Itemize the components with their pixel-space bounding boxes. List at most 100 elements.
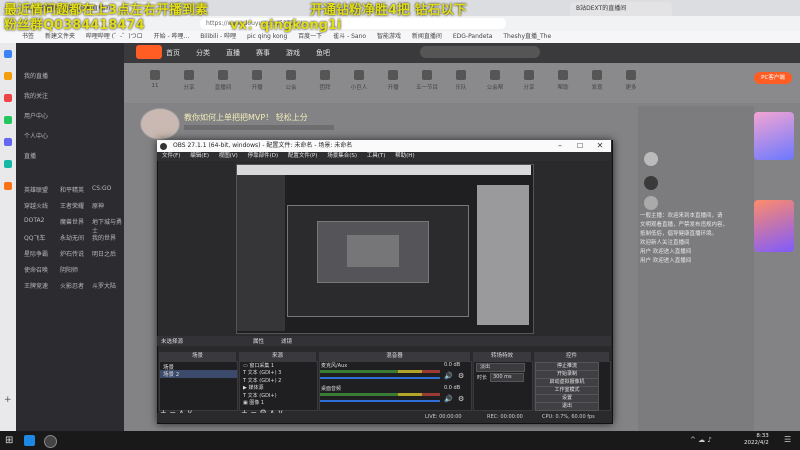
nav-grid-item[interactable]: DOTA2 (24, 217, 44, 224)
source-item[interactable]: ▣ 图像 1 (243, 400, 281, 407)
browser-taskbar-icon[interactable] (24, 435, 35, 446)
browser-tab[interactable]: B站DEXT的直播间 (570, 2, 672, 16)
nav-grid-item[interactable]: 英雄联盟 (24, 185, 48, 194)
nav-grid-item[interactable]: 永劫无间 (60, 233, 84, 242)
streamer-avatar[interactable] (140, 108, 180, 140)
nav-grid-item[interactable]: 原神 (92, 201, 104, 210)
douyu-logo[interactable] (136, 45, 162, 59)
promo-banner[interactable] (754, 200, 794, 252)
category-item[interactable]: 五一节目 (410, 70, 444, 91)
taskbar-clock[interactable]: 8:33 2022/4/2 (744, 433, 769, 447)
menu-item-profile[interactable]: 配置文件(P) (288, 153, 318, 159)
header-nav-link[interactable]: 直播 (226, 48, 240, 58)
menu-item-edit[interactable]: 编辑(E) (190, 153, 209, 159)
viewer-avatar[interactable] (644, 196, 658, 210)
header-nav-link[interactable]: 赛事 (256, 48, 270, 58)
speaker-icon[interactable]: 🔊 (444, 372, 453, 380)
app-icon[interactable] (4, 72, 12, 80)
app-icon[interactable] (4, 116, 12, 124)
bookmark[interactable]: Theshy直播_The (503, 33, 551, 40)
source-item[interactable]: ▶ 媒体源 (243, 385, 281, 392)
category-item[interactable]: 公会 (274, 70, 308, 91)
category-item[interactable]: 发现 (580, 70, 614, 91)
nav-grid-item[interactable]: 阴阳师 (60, 265, 78, 274)
nav-grid-item[interactable]: 火影忍者 (60, 281, 84, 290)
category-item[interactable]: 直播间 (206, 70, 240, 91)
obs-taskbar-icon[interactable] (44, 435, 57, 448)
nav-grid-item[interactable]: 斗罗大陆 (92, 281, 116, 290)
menu-item-help[interactable]: 帮助(H) (395, 153, 414, 159)
nav-item[interactable]: 直播 (24, 151, 36, 160)
volume-slider[interactable] (320, 377, 440, 379)
viewer-avatar[interactable] (644, 176, 658, 190)
bookmark[interactable]: Bilibili - 哔哩 (200, 33, 236, 40)
app-icon[interactable] (4, 182, 12, 190)
nav-grid-item[interactable]: CS:GO (92, 185, 111, 192)
nav-item[interactable]: 我的关注 (24, 91, 48, 100)
menu-item-view[interactable]: 视图(V) (219, 153, 238, 159)
viewer-avatar[interactable] (644, 152, 658, 166)
nav-grid-item[interactable]: 和平精英 (60, 185, 84, 194)
obs-preview[interactable] (236, 164, 534, 334)
bookmark[interactable]: 开始 - 哔哩... (154, 33, 190, 40)
category-item[interactable]: 团拜 (308, 70, 342, 91)
nav-grid-item[interactable]: 明日之后 (92, 249, 116, 258)
app-icon[interactable] (4, 160, 12, 168)
transition-select[interactable]: 淡出 (476, 363, 525, 372)
source-item[interactable]: T 文本 (GDI+) (243, 393, 281, 400)
nav-grid-item[interactable]: 穿越火线 (24, 201, 48, 210)
nav-grid-item[interactable]: 魔兽世界 (60, 217, 84, 226)
category-item[interactable]: 小巨人 (342, 70, 376, 91)
minimize-icon[interactable]: – (552, 140, 568, 152)
app-icon[interactable] (4, 50, 12, 58)
nav-grid-item[interactable]: 使命召唤 (24, 265, 48, 274)
nav-grid-item[interactable]: 我的世界 (92, 233, 116, 242)
close-icon[interactable]: ✕ (592, 140, 608, 152)
bookmark[interactable]: 雀斗 - Sano (333, 33, 366, 40)
menu-item-file[interactable]: 文件(F) (162, 153, 180, 159)
header-nav-link[interactable]: 游戏 (286, 48, 300, 58)
bookmark[interactable]: 新闻直播间 (412, 33, 442, 40)
speaker-icon[interactable]: 🔊 (444, 395, 453, 403)
duration-input[interactable]: 300 ms (490, 373, 524, 382)
category-item[interactable]: 乐队 (444, 70, 478, 91)
source-item[interactable]: T 文本 (GDI+) 3 (243, 370, 281, 377)
category-item[interactable]: 帮助 (546, 70, 580, 91)
bookmark[interactable]: pic qing kong (247, 33, 287, 40)
category-item[interactable]: 公会帮 (478, 70, 512, 91)
app-icon[interactable] (4, 94, 12, 102)
menu-item-docks[interactable]: 停靠部件(D) (248, 153, 279, 159)
bookmark[interactable]: 智能游戏 (377, 33, 401, 40)
windows-start-icon[interactable]: ⊞ (5, 435, 13, 446)
category-item[interactable]: 11 (138, 70, 172, 89)
category-item[interactable]: 分享 (172, 70, 206, 91)
nav-grid-item[interactable]: 王者荣耀 (60, 201, 84, 210)
header-nav-link[interactable]: 鱼吧 (316, 48, 330, 58)
maximize-icon[interactable]: ☐ (572, 140, 588, 152)
add-icon[interactable]: + (4, 395, 12, 405)
bookmark[interactable]: 新建文件夹 (45, 33, 75, 40)
site-search-input[interactable] (420, 46, 540, 58)
bookmark[interactable]: 百度一下 (298, 33, 322, 40)
properties-button[interactable]: 属性 (253, 337, 264, 345)
bookmark[interactable]: 哔哩哔哩 (゜-゜)つロ (86, 33, 143, 40)
nav-item[interactable]: 个人中心 (24, 131, 48, 140)
category-item[interactable]: 开播 (376, 70, 410, 91)
header-nav-link[interactable]: 分类 (196, 48, 210, 58)
category-item[interactable]: 开播 (240, 70, 274, 91)
app-icon[interactable] (4, 138, 12, 146)
header-nav-link[interactable]: 首页 (166, 48, 180, 58)
notification-icon[interactable]: ☰ (784, 435, 791, 444)
bookmark[interactable]: 书签 (22, 33, 34, 40)
menu-item-tools[interactable]: 工具(T) (367, 153, 386, 159)
pc-client-button[interactable]: PC客户端 (754, 72, 792, 84)
menu-item-scene-collection[interactable]: 场景集合(S) (327, 153, 357, 159)
nav-item[interactable]: 我的直播 (24, 71, 48, 80)
bookmark[interactable]: EDG-Pandeta (453, 33, 493, 40)
filters-button[interactable]: 滤镜 (281, 337, 292, 345)
category-item[interactable]: 更多 (614, 70, 648, 91)
nav-item[interactable]: 用户中心 (24, 111, 48, 120)
promo-banner[interactable] (754, 112, 794, 160)
nav-grid-item[interactable]: QQ飞车 (24, 233, 45, 242)
exit-button[interactable]: 退出 (535, 402, 599, 411)
